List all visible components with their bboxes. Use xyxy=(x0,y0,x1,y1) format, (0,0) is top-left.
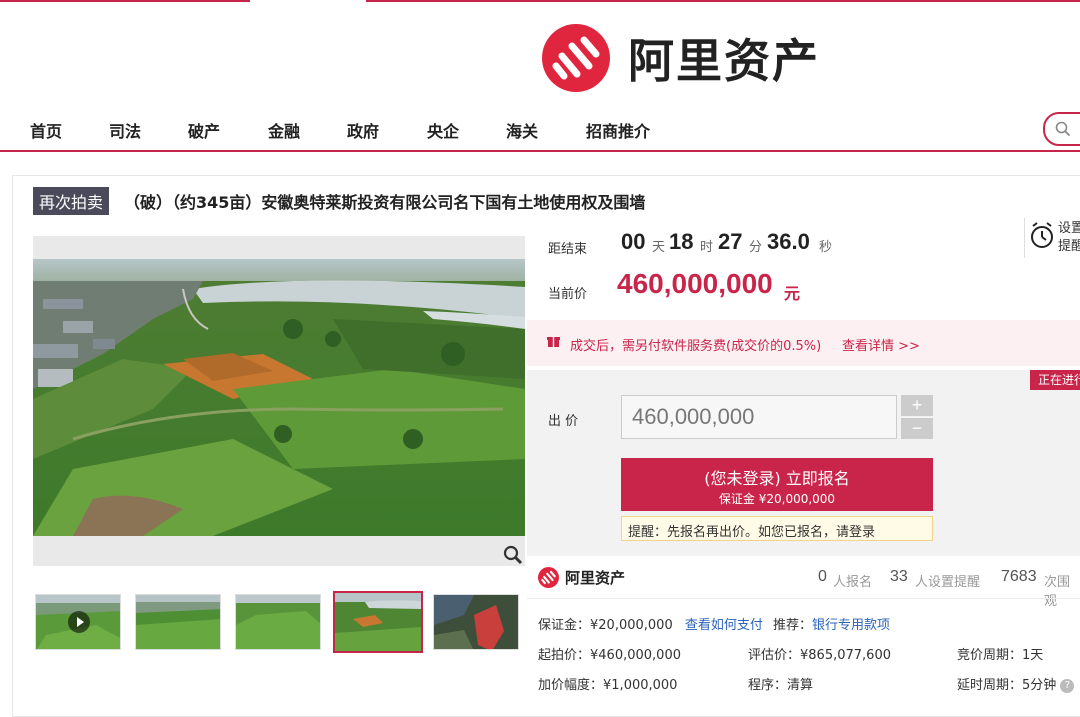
bank-fund-link[interactable]: 银行专用款项 xyxy=(812,618,890,633)
countdown-minutes-unit: 分 xyxy=(749,240,763,255)
delay-cycle-row: 延时周期：5分钟 ? xyxy=(957,674,1075,693)
top-accent-line xyxy=(0,0,1080,2)
start-price-label: 起拍价： xyxy=(538,648,591,663)
procedure-value: 清算 xyxy=(787,678,814,693)
increase-bid-button[interactable]: + xyxy=(901,395,933,416)
countdown-minutes: 27 xyxy=(718,229,743,254)
aerial-land-photo xyxy=(33,259,525,536)
nav-item-investment[interactable]: 招商推介 xyxy=(586,118,650,142)
eval-price-label: 评估价： xyxy=(748,648,801,663)
countdown-label: 距结束 xyxy=(548,242,588,257)
nav-item-judicial[interactable]: 司法 xyxy=(109,118,141,142)
countdown-seconds: 36.0 xyxy=(767,229,810,254)
zoom-icon[interactable] xyxy=(503,545,523,565)
bid-amount-input[interactable] xyxy=(621,395,897,439)
signup-deposit-label: 保证金 ¥20,000,000 xyxy=(718,492,836,506)
countdown-days: 00 xyxy=(621,229,646,254)
gift-icon xyxy=(547,337,560,347)
delay-cycle-value: 5分钟 xyxy=(1022,678,1057,693)
signup-count-label: 人报名 xyxy=(833,575,873,590)
decrease-bid-button[interactable]: − xyxy=(901,418,933,439)
small-brand-name: 阿里资产 xyxy=(565,569,626,587)
bid-cycle-row: 竞价周期：1天 xyxy=(957,644,1043,663)
current-price-value: 460,000,000 xyxy=(617,268,773,299)
auction-round-badge: 再次拍卖 xyxy=(33,187,110,215)
reminder-count-label: 人设置提醒 xyxy=(915,575,981,590)
view-count: 7683 xyxy=(1001,568,1037,585)
deposit-value: ¥20,000,000 xyxy=(590,618,673,633)
alarm-clock-icon xyxy=(1031,222,1053,248)
login-tip-text: 提醒：先报名再出价。如您已报名，请 xyxy=(628,525,850,540)
start-price-row: 起拍价：¥460,000,000 xyxy=(538,644,681,663)
fee-notice-text: 成交后，需另付软件服务费(成交价的0.5%) xyxy=(570,339,822,354)
fee-details-link[interactable]: 查看详情 >> xyxy=(842,335,920,354)
search-icon xyxy=(1055,121,1071,137)
status-badge: 正在进行 xyxy=(1030,370,1080,390)
procedure-label: 程序： xyxy=(748,678,788,693)
signup-button[interactable]: (您未登录) 立即报名 保证金 ¥20,000,000 xyxy=(621,458,933,511)
search-box[interactable] xyxy=(1043,112,1080,146)
thumbnail-video[interactable] xyxy=(35,594,121,650)
reminder-count: 33 xyxy=(890,568,908,585)
eval-price-row: 评估价：¥865,077,600 xyxy=(748,644,891,663)
increment-row: 加价幅度：¥1,000,000 xyxy=(538,674,677,693)
bid-cycle-value: 1天 xyxy=(1022,648,1044,663)
ali-assets-logo-icon xyxy=(538,567,559,588)
stats-divider xyxy=(527,598,1080,599)
help-icon[interactable]: ? xyxy=(1060,678,1075,693)
deposit-row: 保证金：¥20,000,000 查看如何支付 推荐：银行专用款项 xyxy=(538,614,890,633)
thumbnail-image[interactable] xyxy=(135,594,221,650)
set-reminder-label[interactable]: 设置 提醒 xyxy=(1058,220,1080,256)
eval-price-value: ¥865,077,600 xyxy=(800,648,891,663)
procedure-row: 程序：清算 xyxy=(748,674,813,693)
thumbnail-map[interactable] xyxy=(433,594,519,650)
signup-count: 0 xyxy=(818,568,827,585)
ali-assets-logo-icon xyxy=(542,24,610,92)
nav-item-government[interactable]: 政府 xyxy=(347,118,379,142)
brand-logo[interactable]: 阿里资产 xyxy=(542,24,820,92)
countdown-seconds-unit: 秒 xyxy=(819,240,833,255)
current-price-label: 当前价 xyxy=(548,287,588,302)
increment-label: 加价幅度： xyxy=(538,678,604,693)
thumbnail-image-active[interactable] xyxy=(333,591,423,653)
countdown-hours-unit: 时 xyxy=(700,240,714,255)
login-link[interactable]: 登录 xyxy=(849,525,875,540)
nav-item-finance[interactable]: 金融 xyxy=(268,118,300,142)
nav-item-bankruptcy[interactable]: 破产 xyxy=(188,118,220,142)
signup-button-label: (您未登录) 立即报名 xyxy=(704,469,850,488)
nav-item-soe[interactable]: 央企 xyxy=(427,118,459,142)
login-tip: 提醒：先报名再出价。如您已报名，请登录 xyxy=(621,516,933,541)
increment-value: ¥1,000,000 xyxy=(603,678,678,693)
auction-title: （破）（约345亩）安徽奥特莱斯投资有限公司名下国有土地使用权及围墙 xyxy=(124,193,646,212)
nav-item-home[interactable]: 首页 xyxy=(30,118,62,142)
view-count-label: 次围观 xyxy=(1044,575,1071,609)
recommend-label: 推荐： xyxy=(773,618,813,633)
brand-name: 阿里资产 xyxy=(628,34,820,88)
small-brand-logo: 阿里资产 xyxy=(538,567,625,588)
main-nav: 首页 司法 破产 金融 政府 央企 海关 招商推介 xyxy=(0,110,1080,152)
delay-cycle-label: 延时周期： xyxy=(957,678,1023,693)
deposit-label: 保证金： xyxy=(538,618,591,633)
bid-label: 出 价 xyxy=(548,414,579,429)
countdown-hours: 18 xyxy=(669,229,694,254)
current-price-unit: 元 xyxy=(784,284,801,303)
thumbnail-image[interactable] xyxy=(235,594,321,650)
countdown-days-unit: 天 xyxy=(652,240,666,255)
how-to-pay-link[interactable]: 查看如何支付 xyxy=(685,618,763,633)
bid-cycle-label: 竞价周期： xyxy=(957,648,1023,663)
play-icon xyxy=(68,611,90,633)
nav-item-customs[interactable]: 海关 xyxy=(506,118,538,142)
start-price-value: ¥460,000,000 xyxy=(590,648,681,663)
main-photo[interactable] xyxy=(33,259,525,536)
